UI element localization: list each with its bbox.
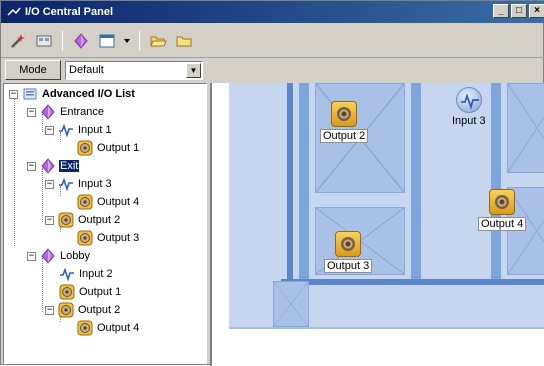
tree-node-entrance[interactable]: − Entrance [27, 104, 105, 120]
dropdown-arrow-icon[interactable] [122, 30, 132, 52]
title-bar[interactable]: I/O Central Panel _ □ × [1, 1, 544, 23]
toolbar-separator [62, 30, 63, 51]
room [273, 281, 309, 327]
output-camera-icon [58, 302, 74, 318]
mode-button[interactable]: Mode [5, 60, 61, 80]
collapse-icon[interactable]: − [45, 215, 54, 225]
input-sensor-icon [455, 87, 482, 113]
folder-icon[interactable] [173, 30, 195, 52]
tree-node-lobby-output-1[interactable]: Output 1 [59, 284, 122, 300]
tree-node-label: Exit [59, 160, 80, 172]
collapse-icon[interactable]: − [45, 305, 54, 315]
window-title: I/O Central Panel [25, 6, 114, 18]
tree-node-output-4[interactable]: Output 4 [77, 194, 140, 210]
tree-node-label: Output 3 [97, 232, 140, 244]
output-camera-icon [77, 194, 93, 210]
io-tree: − Advanced I/O List − Entrance − Input 1 [3, 83, 207, 364]
diamond-icon[interactable] [70, 30, 92, 52]
collapse-icon[interactable]: − [45, 179, 54, 189]
map-device-label: Output 3 [324, 259, 373, 273]
wand-icon[interactable] [7, 30, 29, 52]
tree-node-label: Output 1 [79, 286, 122, 298]
chevron-down-icon[interactable]: ▼ [186, 62, 201, 78]
close-button[interactable]: × [529, 4, 544, 18]
app-icon [7, 5, 21, 19]
minimize-button[interactable]: _ [493, 4, 509, 18]
folder-open-icon[interactable] [147, 30, 169, 52]
input-sensor-icon [58, 176, 74, 192]
output-camera-icon [77, 140, 93, 156]
maximize-button[interactable]: □ [511, 4, 527, 18]
tree-node-output-1[interactable]: Output 1 [77, 140, 140, 156]
map-device-input-3[interactable]: Input 3 [450, 87, 488, 127]
mode-select-value: Default [69, 64, 104, 76]
toolbar [1, 24, 544, 58]
output-camera-icon [489, 189, 516, 215]
zone-diamond-icon [40, 104, 56, 120]
tree-node-label: Entrance [60, 106, 105, 118]
tree-node-label: Output 4 [97, 196, 140, 208]
tree-node-label: Lobby [60, 250, 90, 262]
zone-diamond-icon [40, 248, 56, 264]
tree-node-output-2[interactable]: − Output 2 [45, 212, 121, 228]
tree-node-output-3[interactable]: Output 3 [77, 230, 140, 246]
tree-node-label: Input 1 [78, 124, 112, 136]
collapse-icon[interactable]: − [45, 125, 54, 135]
input-sensor-icon [58, 122, 74, 138]
zone-diamond-icon [40, 158, 56, 174]
tree-root[interactable]: − Advanced I/O List [9, 86, 136, 102]
collapse-icon[interactable]: − [27, 251, 36, 261]
window-icon[interactable] [96, 30, 118, 52]
collapse-icon[interactable]: − [9, 89, 18, 99]
map-device-output-4[interactable]: Output 4 [478, 189, 527, 231]
output-camera-icon [77, 320, 93, 336]
tree-root-label: Advanced I/O List [42, 88, 135, 100]
mode-select[interactable]: Default ▼ [65, 60, 203, 80]
output-camera-icon [58, 212, 74, 228]
input-sensor-icon [59, 266, 75, 282]
panel-icon[interactable] [33, 30, 55, 52]
room [507, 83, 544, 173]
map-device-output-2[interactable]: Output 2 [320, 101, 369, 143]
mode-row: Mode Default ▼ [1, 59, 208, 81]
output-camera-icon [331, 101, 358, 127]
tree-node-exit[interactable]: − Exit [27, 158, 80, 174]
collapse-icon[interactable]: − [27, 107, 36, 117]
tree-node-label: Output 1 [97, 142, 140, 154]
output-camera-icon [59, 284, 75, 300]
list-icon [22, 86, 38, 102]
tree-node-label: Output 2 [78, 214, 121, 226]
output-camera-icon [335, 231, 362, 257]
tree-node-label: Input 3 [78, 178, 112, 190]
tree-node-input-2[interactable]: Input 2 [59, 266, 114, 282]
toolbar-separator [139, 30, 140, 51]
map-device-label: Input 3 [452, 115, 486, 127]
output-camera-icon [77, 230, 93, 246]
tree-node-input-3[interactable]: − Input 3 [45, 176, 113, 192]
map-device-label: Output 2 [320, 129, 369, 143]
io-central-panel-window: I/O Central Panel _ □ × Mode Default ▼ −… [0, 0, 544, 366]
tree-node-lobby[interactable]: − Lobby [27, 248, 91, 264]
floor-plan-map[interactable]: Output 2 Input 3 Output 4 Output 3 [210, 83, 544, 366]
map-device-output-3[interactable]: Output 3 [324, 231, 373, 273]
tree-node-lobby-output-2[interactable]: − Output 2 [45, 302, 121, 318]
tree-node-label: Output 4 [97, 322, 140, 334]
tree-node-label: Input 2 [79, 268, 113, 280]
tree-node-label: Output 2 [78, 304, 121, 316]
collapse-icon[interactable]: − [27, 161, 36, 171]
tree-node-lobby-output-4[interactable]: Output 4 [77, 320, 140, 336]
map-device-label: Output 4 [478, 217, 527, 231]
tree-node-input-1[interactable]: − Input 1 [45, 122, 113, 138]
